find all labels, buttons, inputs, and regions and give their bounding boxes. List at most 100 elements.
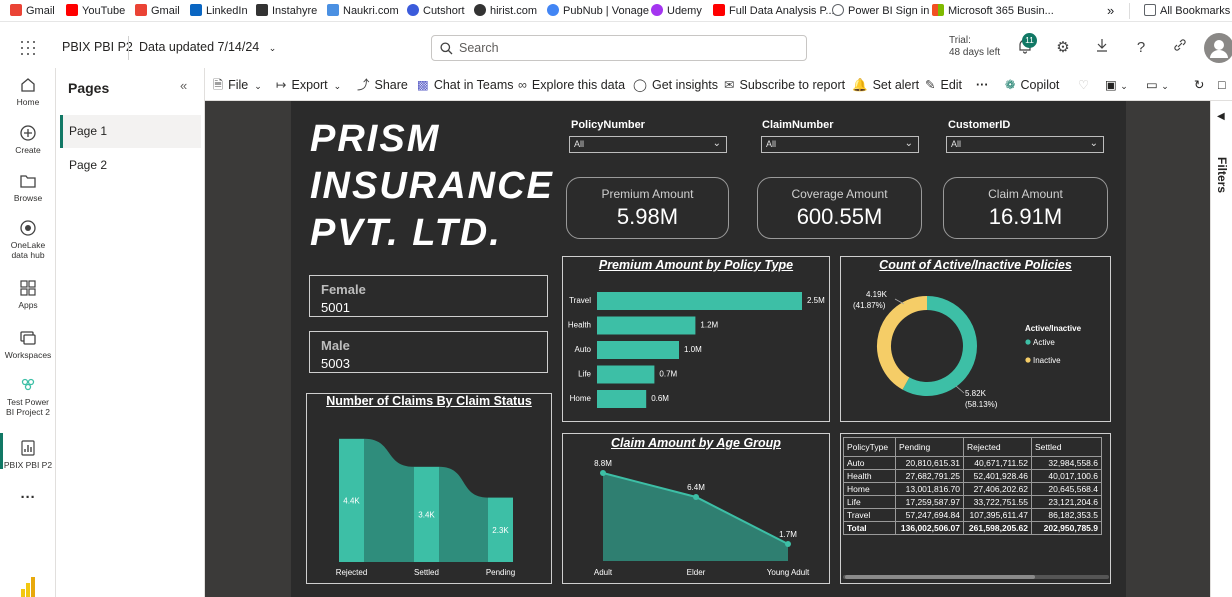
filters-pane[interactable]: ◀ Filters <box>1210 101 1232 597</box>
app-launcher-icon[interactable] <box>21 41 35 55</box>
bookmark-naukri[interactable]: Naukri.com <box>327 3 399 19</box>
report-name[interactable]: PBIX PBI P2 <box>62 40 133 54</box>
set-alert-button[interactable]: 🔔 Set alert <box>852 77 919 93</box>
bookmark-youtube[interactable]: YouTube <box>66 3 125 19</box>
collapse-pages-button[interactable]: « <box>180 78 187 93</box>
chat-label: Chat in Teams <box>433 78 514 92</box>
nav-onelake[interactable]: OneLake data hub <box>0 219 56 260</box>
legend-marker-active <box>1025 339 1031 345</box>
nav-home-label: Home <box>16 97 40 107</box>
claim-status-data-label: 2.3K <box>492 526 509 535</box>
matrix-cell: 261,598,205.62 <box>963 521 1032 535</box>
report-title-line-1: PRISM <box>310 118 441 160</box>
premium-bar <box>597 365 655 384</box>
donut-chart-title: Count of Active/Inactive Policies <box>879 258 1072 272</box>
matrix-cell: 40,017,100.6 <box>1031 469 1102 483</box>
bookmark-pubnub[interactable]: PubNub | Vonage <box>547 3 649 19</box>
policy-type-matrix-table: PolicyType Pending Rejected Settled Auto 20,8… <box>843 437 1102 535</box>
bookmark-linkedin[interactable]: LinkedIn <box>190 3 248 19</box>
claim-number-slicer[interactable]: All ⌄ <box>761 136 919 153</box>
search-icon <box>440 42 453 55</box>
subscribe-icon: ✉ <box>724 78 735 92</box>
nav-test-workspace-label: Test Power BI Project 2 <box>6 397 50 417</box>
trial-status: Trial: 48 days left <box>949 35 1000 59</box>
matrix-scrollbar[interactable] <box>843 575 1109 579</box>
male-value: 5003 <box>321 356 350 371</box>
download-icon <box>1097 39 1107 52</box>
page-tab-1[interactable]: Page 1 <box>60 115 201 148</box>
data-updated-dropdown[interactable]: Data updated 7/14/24 ⌄ <box>139 40 276 54</box>
export-label: Export <box>291 78 328 92</box>
legend-label-inactive: Inactive <box>1033 356 1061 365</box>
comments-button[interactable]: □ <box>1218 77 1226 93</box>
download-button[interactable] <box>1092 38 1112 58</box>
apps-icon <box>20 280 36 296</box>
nav-test-workspace[interactable]: Test Power BI Project 2 <box>0 376 56 417</box>
explore-data-button[interactable]: ∞ Explore this data <box>518 77 625 93</box>
chevron-down-icon: ⌄ <box>1161 81 1169 91</box>
bar-data-label: 1.0M <box>684 345 702 354</box>
matrix-column-header[interactable]: PolicyType <box>843 437 896 457</box>
female-count-card: Female 5001 <box>309 275 548 317</box>
share-feedback-button[interactable] <box>1170 38 1190 58</box>
policy-number-slicer[interactable]: All ⌄ <box>569 136 727 153</box>
female-label: Female <box>321 282 366 297</box>
chat-in-teams-button[interactable]: ▩ Chat in Teams <box>417 77 513 93</box>
bar-data-label: 0.7M <box>659 370 677 379</box>
customer-id-slicer[interactable]: All ⌄ <box>946 136 1104 153</box>
edit-button[interactable]: ✎ Edit <box>925 77 962 93</box>
bookmark-microsoft365[interactable]: Microsoft 365 Busin... <box>932 3 1054 19</box>
bookmark-cutshort[interactable]: Cutshort <box>407 3 465 19</box>
notifications-button[interactable]: 11 <box>1015 33 1037 58</box>
refresh-button[interactable]: ↻ <box>1194 77 1204 93</box>
bookmarks-more-button[interactable]: » <box>1107 3 1114 19</box>
settings-button[interactable]: ⚙ <box>1053 38 1073 58</box>
get-insights-button[interactable]: ◯ Get insights <box>633 77 718 93</box>
premium-bar <box>597 341 679 359</box>
nav-create-label: Create <box>15 145 41 155</box>
matrix-column-header[interactable]: Pending <box>895 437 964 457</box>
coverage-amount-label: Coverage Amount <box>791 187 888 201</box>
matrix-column-header[interactable]: Rejected <box>963 437 1032 457</box>
matrix-cell: 52,401,928.46 <box>963 469 1032 483</box>
nav-create[interactable]: Create <box>0 124 56 155</box>
share-button[interactable]: ⤴ Share <box>357 77 408 93</box>
matrix-column-header[interactable]: Settled <box>1031 437 1102 457</box>
bookmark-hirist[interactable]: hirist.com <box>474 3 537 19</box>
matrix-scrollbar-thumb[interactable] <box>845 575 1035 579</box>
nav-current-report[interactable]: PBIX PBI P2 <box>0 439 56 470</box>
header-divider <box>128 36 129 60</box>
bookmark-data-analysis[interactable]: Full Data Analysis P... <box>713 3 835 19</box>
avatar[interactable] <box>1204 33 1232 63</box>
bookmark-gmail-2[interactable]: Gmail <box>135 3 180 19</box>
bookmark-button[interactable]: ▣ ⌄ <box>1105 77 1128 94</box>
matrix-cell: 40,671,711.52 <box>963 456 1032 470</box>
nav-home[interactable]: Home <box>0 76 56 107</box>
bookmark-gmail[interactable]: Gmail <box>10 3 55 19</box>
report-icon <box>21 440 35 456</box>
nav-workspaces[interactable]: Workspaces <box>0 329 56 360</box>
active-leader-line <box>955 385 965 394</box>
favorite-button[interactable]: ♡ <box>1078 77 1089 93</box>
nav-browse[interactable]: Browse <box>0 172 56 203</box>
search-input[interactable]: Search <box>431 35 807 61</box>
bookmark-powerbi-signin[interactable]: Power BI Sign in <box>832 3 929 19</box>
page-tab-2[interactable]: Page 2 <box>63 149 204 182</box>
bookmarks-bar: Gmail YouTube Gmail LinkedIn Instahyre N… <box>0 0 1232 22</box>
more-options-button[interactable]: ··· <box>976 77 989 93</box>
bookmark-instahyre[interactable]: Instahyre <box>256 3 317 19</box>
file-menu[interactable]: 🗎 File ⌄ <box>213 77 262 94</box>
help-button[interactable]: ? <box>1131 38 1151 58</box>
ribbon-connector <box>439 466 488 562</box>
all-bookmarks-button[interactable]: All Bookmarks <box>1129 3 1230 19</box>
filters-label: Filters <box>1215 157 1229 194</box>
subscribe-button[interactable]: ✉ Subscribe to report <box>724 77 845 93</box>
matrix-header-row: PolicyType Pending Rejected Settled <box>843 437 1102 457</box>
nav-apps[interactable]: Apps <box>0 279 56 310</box>
view-button[interactable]: ▭ ⌄ <box>1146 77 1169 94</box>
bookmark-udemy[interactable]: Udemy <box>651 3 702 19</box>
export-menu[interactable]: ↦ Export ⌄ <box>276 77 341 94</box>
nav-more-button[interactable]: ··· <box>0 490 56 505</box>
chevron-double-left-icon: « <box>180 78 188 93</box>
copilot-button[interactable]: ❁ Copilot <box>1005 77 1059 93</box>
